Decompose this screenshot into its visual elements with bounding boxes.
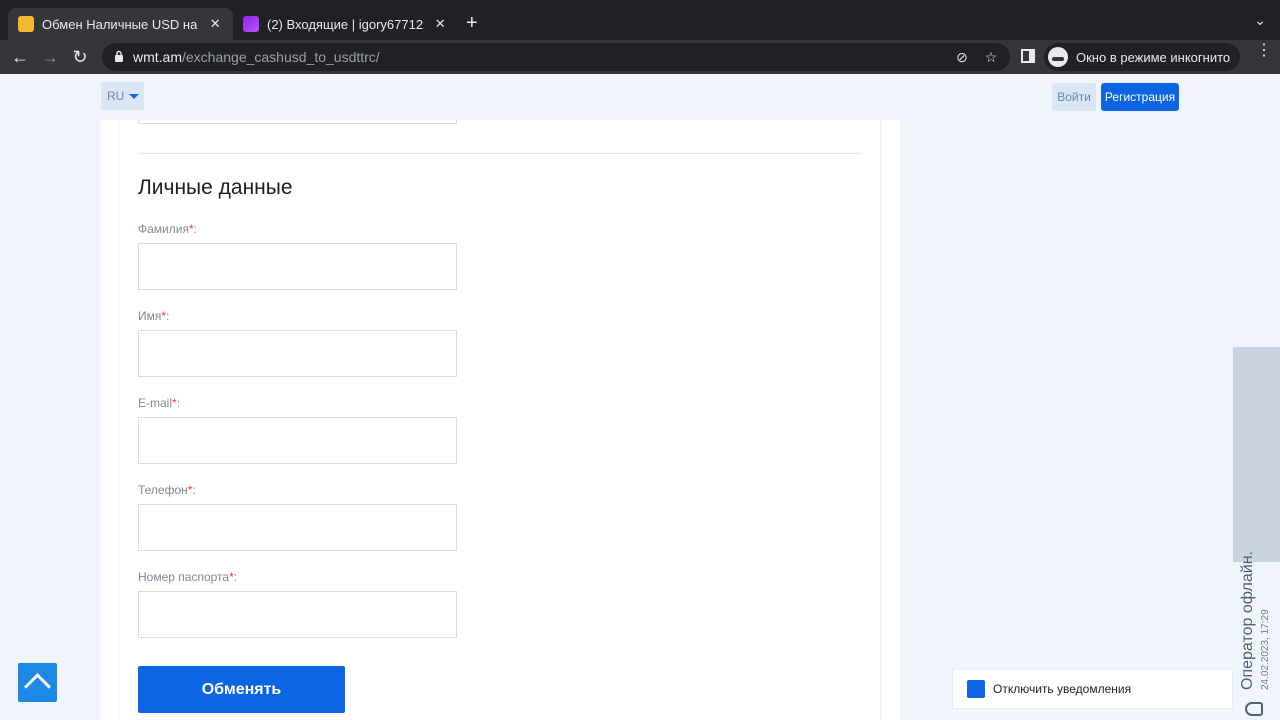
passport-input[interactable] [138,591,457,638]
field-label-name: Имя*: [138,309,170,323]
operator-status: Оператор офлайн. [1239,550,1256,690]
new-tab-icon[interactable]: + [466,12,478,34]
browser-menu-icon[interactable]: ⋮ [1256,43,1272,59]
site-header: RU Войти Регистрация [0,74,1280,120]
scroll-to-top-button[interactable] [18,663,57,702]
tab-title: Обмен Наличные USD на Teth [42,16,199,32]
incognito-label: Окно в режиме инкогнито [1076,49,1231,65]
chevron-up-icon [24,673,51,700]
language-select[interactable]: RU [101,82,144,110]
panel-border-right [880,120,881,720]
reload-icon[interactable]: ↻ [68,45,92,69]
field-label-phone: Телефон*: [138,483,196,497]
field-label-passport: Номер паспорта*: [138,570,238,584]
site-favicon-icon [18,16,34,32]
name-input[interactable] [138,330,457,377]
eye-off-icon[interactable]: ⊘ [953,48,971,66]
lock-icon [115,50,123,62]
url-text: wmt.am/exchange_cashusd_to_usdttrc/ [133,49,380,65]
exchange-submit-button[interactable]: Обменять [138,666,345,713]
notifications-toggle[interactable]: Отключить уведомления [952,669,1233,709]
email-input[interactable] [138,417,457,464]
panel-border-left [118,120,119,720]
operator-timestamp: 24.02.2023, 17:29 [1260,609,1271,690]
language-value: RU [107,89,125,103]
mail-favicon-icon [243,16,259,32]
surname-input[interactable] [138,243,457,290]
tab-search-chevron-icon[interactable]: ⌄ [1254,12,1266,29]
back-arrow-icon[interactable]: ← [8,45,32,69]
field-label-surname: Фамилия*: [138,222,197,236]
register-button[interactable]: Регистрация [1101,83,1179,111]
browser-toolbar: ← → ↻ wmt.am/exchange_cashusd_to_usdttrc… [0,40,1280,74]
incognito-icon [1048,47,1068,67]
close-tab-icon[interactable]: ✕ [207,16,223,32]
forward-arrow-icon[interactable]: → [38,45,62,69]
browser-tab-strip: Обмен Наличные USD на Teth ✕ (2) Входящи… [0,0,1280,40]
incognito-indicator[interactable]: Окно в режиме инкогнито [1044,43,1241,71]
tab-exchange[interactable]: Обмен Наличные USD на Teth ✕ [8,8,233,40]
tab-title: (2) Входящие | igory677122@ [267,16,424,32]
close-tab-icon[interactable]: ✕ [432,16,448,32]
caret-down-icon [129,94,139,99]
chat-person-icon [1245,702,1263,716]
tab-mail[interactable]: (2) Входящие | igory677122@ ✕ [233,8,458,40]
side-panel-icon[interactable] [1021,49,1035,63]
address-bar[interactable]: wmt.am/exchange_cashusd_to_usdttrc/ ⊘ ☆ [102,43,1010,71]
section-title: Личные данные [138,176,293,199]
operator-chat-widget[interactable]: Оператор офлайн. 24.02.2023, 17:29 [1233,347,1280,716]
field-label-email: E-mail*: [138,396,181,410]
notifications-label: Отключить уведомления [993,682,1132,696]
star-bookmark-icon[interactable]: ☆ [982,48,1000,66]
phone-input[interactable] [138,504,457,551]
checkbox-icon[interactable] [967,680,985,698]
login-button[interactable]: Войти [1052,83,1096,111]
section-divider [138,153,862,154]
